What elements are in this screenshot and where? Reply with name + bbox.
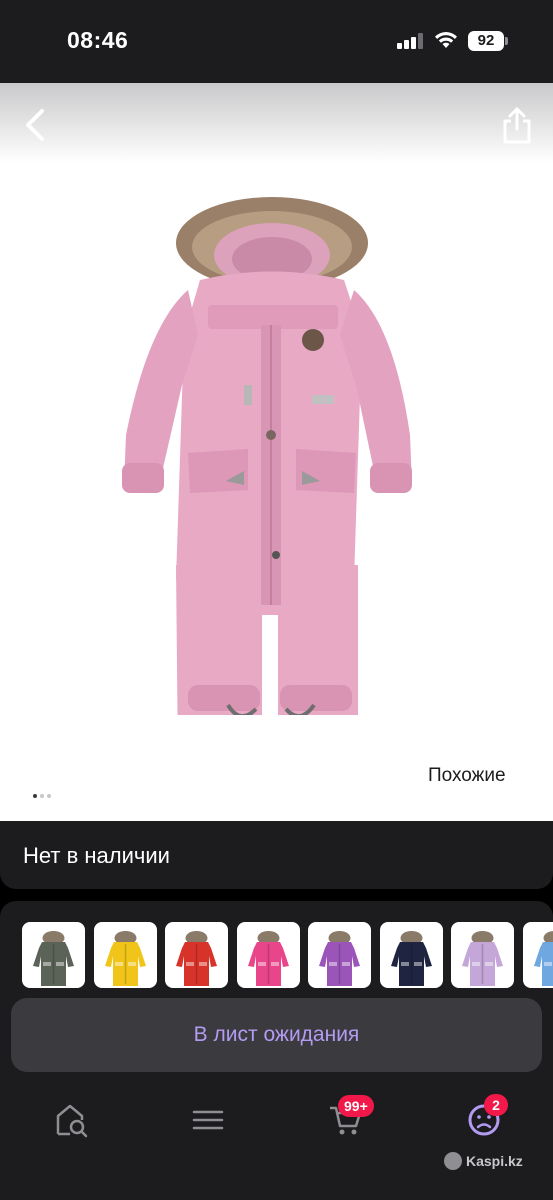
kaspi-watermark: Kaspi.kz: [444, 1152, 523, 1171]
similar-products-link[interactable]: Похожие: [428, 765, 506, 787]
variant-suit-image: [104, 931, 146, 986]
pagination-dot: [33, 794, 37, 798]
variant-thumbnail[interactable]: [451, 922, 514, 988]
variant-thumbnail[interactable]: [93, 922, 157, 988]
gallery-pagination-dots: [33, 785, 54, 798]
wifi-icon: [435, 31, 457, 48]
variant-thumbnail[interactable]: [379, 922, 443, 988]
product-image-snowsuit: [122, 197, 412, 715]
variant-suit-image: [319, 931, 360, 986]
profile-badge: 2: [484, 1094, 508, 1116]
cart-badge: 99+: [338, 1095, 374, 1117]
status-time: 08:46: [67, 27, 129, 53]
bottom-navigation: 99+ 2: [0, 1082, 553, 1200]
variant-suit-image: [390, 931, 432, 986]
pagination-dot: [40, 794, 44, 798]
color-variant-thumbnails[interactable]: [22, 922, 553, 992]
battery-tip: [505, 37, 508, 45]
variant-suit-image: [33, 931, 74, 986]
variant-thumbnail[interactable]: [308, 922, 371, 988]
menu-icon[interactable]: [188, 1100, 228, 1140]
product-page: 08:46 92 Похожие Нет в наличии В лист ож…: [0, 0, 553, 1200]
variant-thumbnail[interactable]: [22, 922, 85, 988]
share-icon[interactable]: [500, 105, 534, 145]
variant-suit-image: [247, 931, 289, 986]
back-chevron-icon[interactable]: [20, 107, 52, 143]
home-search-icon[interactable]: [52, 1100, 92, 1140]
battery-indicator: 92: [468, 31, 504, 51]
header-gradient: [0, 83, 553, 163]
status-bar: 08:46 92: [0, 0, 553, 83]
variant-thumbnail[interactable]: [522, 922, 553, 988]
variant-suit-image: [462, 931, 503, 986]
kaspi-logo-icon: [444, 1152, 462, 1171]
pagination-dot: [47, 794, 51, 798]
availability-section: Нет в наличии: [0, 821, 553, 889]
variant-suit-image: [176, 931, 217, 986]
variant-suit-image: [533, 931, 553, 986]
product-gallery[interactable]: Похожие: [0, 83, 553, 821]
watermark-text: Kaspi.kz: [466, 1153, 523, 1169]
cellular-signal-icon: [397, 33, 425, 49]
availability-status: Нет в наличии: [23, 843, 170, 868]
variant-thumbnail[interactable]: [236, 922, 300, 988]
waitlist-button[interactable]: В лист ожидания: [11, 998, 542, 1072]
variant-thumbnail[interactable]: [165, 922, 228, 988]
